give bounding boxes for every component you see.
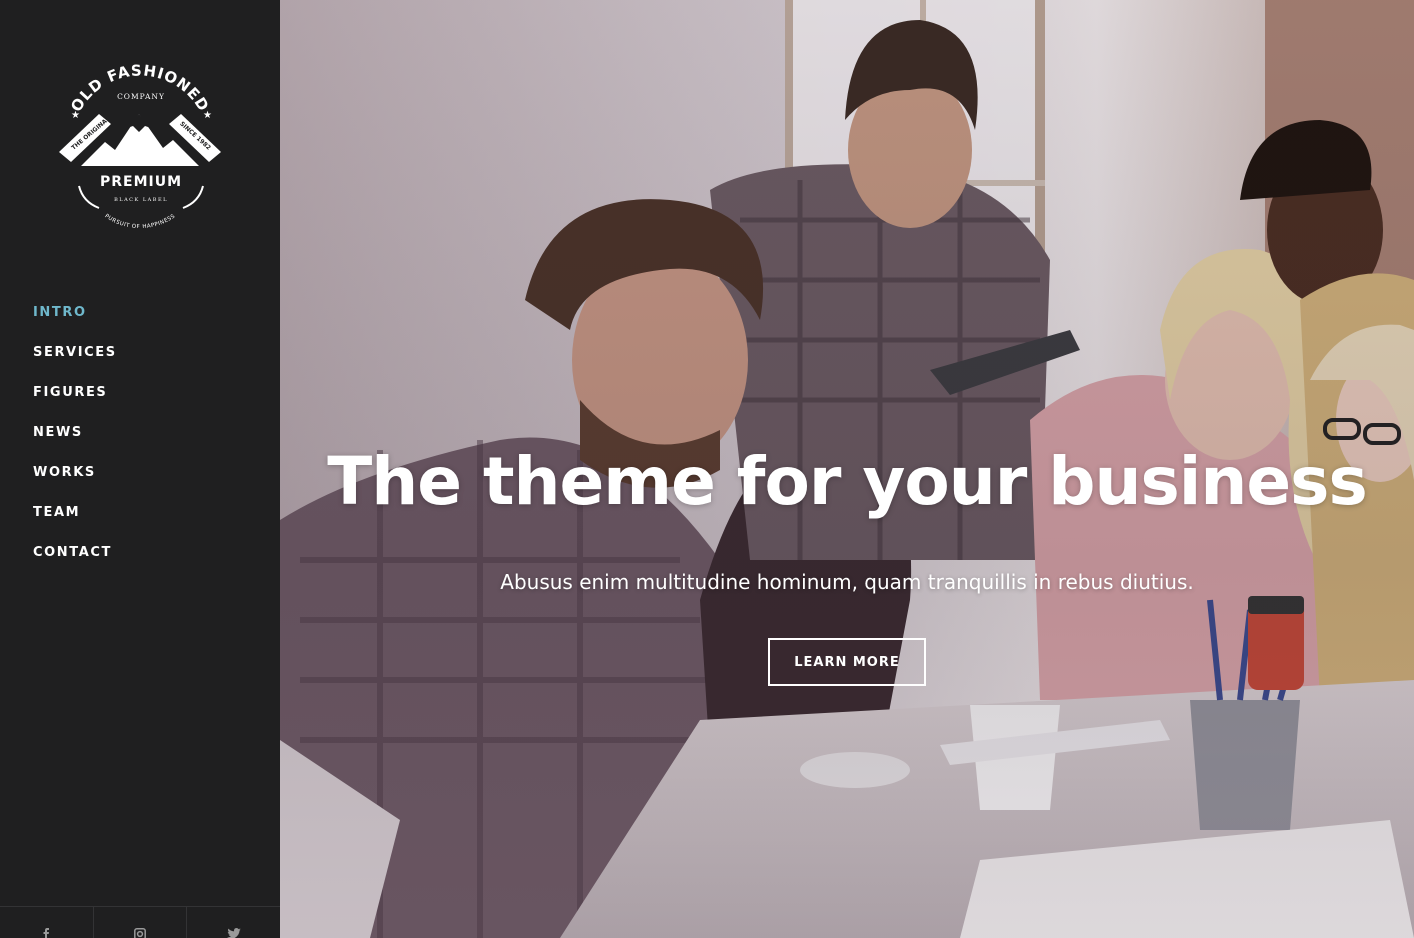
logo-sub-label: BLACK LABEL [114, 197, 168, 203]
learn-more-button[interactable]: LEARN MORE [768, 638, 926, 686]
hero-subtitle: Abusus enim multitudine hominum, quam tr… [500, 570, 1194, 594]
logo-bottom-text: PURSUIT OF HAPPINESS [103, 213, 176, 228]
twitter-icon [226, 928, 241, 938]
laurel-icon [78, 185, 100, 209]
svg-text:OLD FASHIONED: OLD FASHIONED [67, 61, 213, 115]
company-logo[interactable]: OLD FASHIONED COMPANY ★ ★ THE ORIGINAL S… [55, 58, 225, 228]
nav-item-news[interactable]: NEWS [33, 423, 117, 463]
facebook-link[interactable] [0, 907, 94, 938]
logo-company: COMPANY [117, 92, 165, 101]
nav-item-contact[interactable]: CONTACT [33, 543, 117, 583]
svg-text:PURSUIT OF HAPPINESS: PURSUIT OF HAPPINESS [103, 213, 176, 228]
star-icon: ★ [203, 110, 212, 121]
social-links [0, 906, 280, 938]
nav-item-figures[interactable]: FIGURES [33, 383, 117, 423]
main-nav: INTRO SERVICES FIGURES NEWS WORKS TEAM C… [33, 303, 117, 583]
nav-item-intro[interactable]: INTRO [33, 303, 117, 343]
laurel-icon [182, 185, 204, 209]
hero-section: The theme for your business Abusus enim … [280, 0, 1414, 938]
nav-item-services[interactable]: SERVICES [33, 343, 117, 383]
nav-item-works[interactable]: WORKS [33, 463, 117, 503]
sidebar: OLD FASHIONED COMPANY ★ ★ THE ORIGINAL S… [0, 0, 280, 938]
facebook-icon [43, 928, 50, 938]
instagram-icon [134, 928, 146, 938]
instagram-link[interactable] [94, 907, 188, 938]
logo-arc-text: OLD FASHIONED [67, 61, 212, 115]
logo-main-label: PREMIUM [100, 174, 182, 190]
hero-title: The theme for your business [327, 443, 1367, 520]
nav-item-team[interactable]: TEAM [33, 503, 117, 543]
twitter-link[interactable] [187, 907, 280, 938]
logo-emblem: OLD FASHIONED COMPANY ★ ★ THE ORIGINAL S… [55, 58, 221, 228]
star-icon: ★ [71, 110, 80, 121]
